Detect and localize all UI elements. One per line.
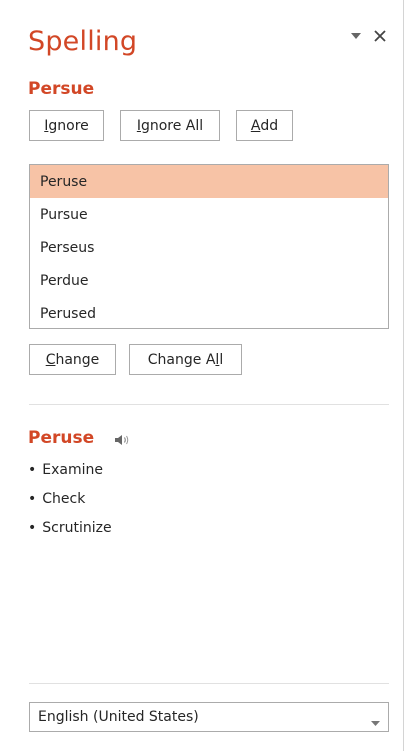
ignore-button[interactable]: Ignore <box>29 110 104 141</box>
ignore-button-label: gnore <box>48 117 89 134</box>
synonym-text: Check <box>42 491 86 507</box>
ignore-all-button-label: gnore All <box>140 117 204 134</box>
suggestions-list[interactable]: Peruse Pursue Perseus Perdue Perused <box>29 164 389 329</box>
synonym-text: Examine <box>42 462 103 478</box>
language-select-value: English (United States) <box>38 709 199 725</box>
chevron-down-icon[interactable] <box>349 28 363 44</box>
language-select[interactable]: English (United States) <box>29 702 389 732</box>
close-icon[interactable] <box>373 28 387 44</box>
pane-title: Spelling <box>28 26 138 57</box>
add-button-accel: A <box>250 117 261 134</box>
ignore-all-button[interactable]: Ignore All <box>120 110 220 141</box>
change-all-button-label: Change A <box>147 351 216 368</box>
divider <box>29 404 389 405</box>
suggestion-item[interactable]: Pursue <box>30 198 388 231</box>
add-button[interactable]: Add <box>236 110 293 141</box>
synonym-item: • Scrutinize <box>28 520 112 536</box>
spelling-pane: Spelling Persue Ignore Ignore All Add Pe… <box>0 0 404 751</box>
definition-word: Peruse <box>28 428 95 448</box>
pane-controls <box>349 28 387 44</box>
chevron-down-icon <box>371 714 380 730</box>
divider <box>29 683 389 684</box>
synonym-list: • Examine • Check • Scrutinize <box>28 460 112 547</box>
suggestion-item[interactable]: Perdue <box>30 264 388 297</box>
change-all-button-label-end: l <box>219 351 224 368</box>
synonym-item: • Check <box>28 491 86 507</box>
change-button-label: hange <box>55 351 100 368</box>
change-button[interactable]: Change <box>29 344 116 375</box>
speaker-icon[interactable] <box>115 431 131 450</box>
suggestion-item[interactable]: Perseus <box>30 231 388 264</box>
synonym-item: • Examine <box>28 462 103 478</box>
add-button-label: dd <box>260 117 279 134</box>
change-button-accel: C <box>45 351 56 368</box>
change-all-button[interactable]: Change All <box>129 344 242 375</box>
misspelled-word: Persue <box>28 79 95 99</box>
suggestion-item[interactable]: Perused <box>30 297 388 330</box>
suggestion-item[interactable]: Peruse <box>30 165 388 198</box>
synonym-text: Scrutinize <box>42 520 112 536</box>
